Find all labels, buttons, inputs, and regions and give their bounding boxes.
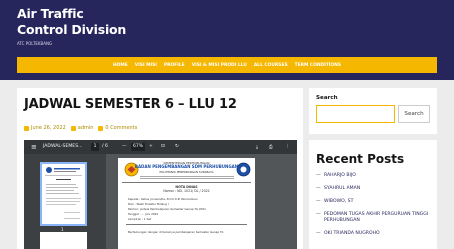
recent-post-item[interactable]: OKI TRIANDA NUGROHO xyxy=(316,231,434,237)
post-content: JADWAL SEMESTER 6 – LLU 12 June 26, 2022… xyxy=(17,88,303,249)
page-thumbnail-2[interactable] xyxy=(40,232,87,249)
pdf-viewer[interactable]: ≡ JADWAL-SEMES... 1 / 6 — 67% + ⊡ ↻ ⤓ ⎙ … xyxy=(24,140,297,249)
pdf-thumbnail-sidebar: 1 xyxy=(24,154,106,249)
nav-item-term-conditions[interactable]: TERM CONDITIONS xyxy=(295,63,341,68)
doc-divider xyxy=(126,224,247,225)
search-widget: Search Search xyxy=(309,88,437,134)
fit-page-icon[interactable]: ⊡ xyxy=(161,144,165,149)
recent-posts-title: Recent Posts xyxy=(316,152,405,166)
doc-divider xyxy=(122,182,251,183)
recent-posts-widget: Recent Posts RAHARJO BIJO SYAHRUL AMAN W… xyxy=(309,140,437,249)
page-thumbnail-1[interactable] xyxy=(40,162,87,226)
site-title[interactable]: Air Traffic Control Division xyxy=(17,6,126,38)
nav-item-profile[interactable]: PROFILE xyxy=(164,63,185,68)
recent-posts-list: RAHARJO BIJO SYAHRUL AMAN WIBOWO, ST PED… xyxy=(316,173,434,244)
page-number-input[interactable]: 1 xyxy=(91,143,99,151)
doc-address-line xyxy=(140,176,234,177)
doc-header-agency: BADAN PENGEMBANGAN SDM PERHUBUNGAN xyxy=(134,164,239,169)
doc-date: Tanggal : ... Juni 2022 xyxy=(128,212,159,216)
recent-post-item[interactable]: WIBOWO, ST xyxy=(316,199,434,205)
post-comments[interactable]: 0 Comments xyxy=(105,125,137,131)
site-title-line2[interactable]: Control Division xyxy=(17,22,126,38)
pdf-toolbar: ≡ JADWAL-SEMES... 1 / 6 — 67% + ⊡ ↻ ⤓ ⎙ … xyxy=(24,140,297,154)
site-header: Air Traffic Control Division ATC POLTEKB… xyxy=(0,0,454,80)
post-date[interactable]: June 26, 2022 xyxy=(31,125,66,131)
zoom-in-icon[interactable]: + xyxy=(149,144,153,149)
main-navigation: HOME VISI MISI PROFILE VISI & MISI PRODI… xyxy=(17,57,437,73)
comment-icon xyxy=(98,125,104,131)
pdf-filename: JADWAL-SEMES... xyxy=(43,144,83,149)
post-author[interactable]: admin xyxy=(78,125,94,131)
recent-post-item[interactable]: RAHARJO BIJO xyxy=(316,173,434,179)
doc-attachment: Lampiran : 1 Set xyxy=(128,217,152,221)
recent-post-item[interactable]: PEDOMAN TUGAS AKHIR PERGURUAN TINGGI PER… xyxy=(316,212,434,224)
doc-body: Berhubungan dengan dimulainya pembelajar… xyxy=(128,230,224,234)
thumbnail-preview xyxy=(45,167,82,219)
doc-header-institution: POLITEKNIK PENERBANGAN SURABAYA xyxy=(159,170,214,174)
search-button[interactable]: Search xyxy=(398,105,430,123)
site-tagline: ATC POLTEKBANG xyxy=(17,41,53,46)
doc-to: Kepada : Ketua Jurusan/Ka. Prodi D-III P… xyxy=(128,197,198,201)
nav-item-visi-misi[interactable]: VISI MISI xyxy=(135,63,157,68)
page-total: / 6 xyxy=(102,144,108,149)
doc-from: Dari : Wakil Direktur Bidang I xyxy=(128,202,169,206)
menu-icon[interactable]: ≡ xyxy=(31,143,37,151)
post-meta: June 26, 2022 admin 0 Comments xyxy=(24,125,137,131)
more-options-icon[interactable]: ⋮ xyxy=(285,144,290,149)
nav-item-visi-misi-prodi[interactable]: VISI & MISI PRODI LLU xyxy=(192,63,247,68)
search-input[interactable] xyxy=(316,105,395,123)
doc-address-line xyxy=(140,178,234,179)
post-title: JADWAL SEMESTER 6 – LLU 12 xyxy=(24,97,237,112)
calendar-icon xyxy=(24,125,29,131)
rotate-icon[interactable]: ↻ xyxy=(175,144,179,149)
site-title-line1[interactable]: Air Traffic xyxy=(17,6,126,22)
nav-item-home[interactable]: HOME xyxy=(113,63,128,68)
zoom-out-icon[interactable]: — xyxy=(122,144,127,149)
zoom-level[interactable]: 67% xyxy=(131,143,145,151)
author-icon xyxy=(70,125,76,131)
search-label: Search xyxy=(316,95,338,101)
pdf-page: KEMENTERIAN PERHUBUNGAN BADAN PENGEMBANG… xyxy=(118,158,255,249)
nav-item-all-courses[interactable]: ALL COURSES xyxy=(254,63,288,68)
doc-memo-number: Nomor : ND. 1021/ DL / 2022 xyxy=(163,189,210,193)
recent-post-item[interactable]: SYAHRUL AMAN xyxy=(316,186,434,192)
download-icon[interactable]: ⤓ xyxy=(256,144,258,150)
print-icon[interactable]: ⎙ xyxy=(269,144,273,150)
doc-subject: Perihal : Jadwal Pembelajaran Semester G… xyxy=(128,207,206,211)
